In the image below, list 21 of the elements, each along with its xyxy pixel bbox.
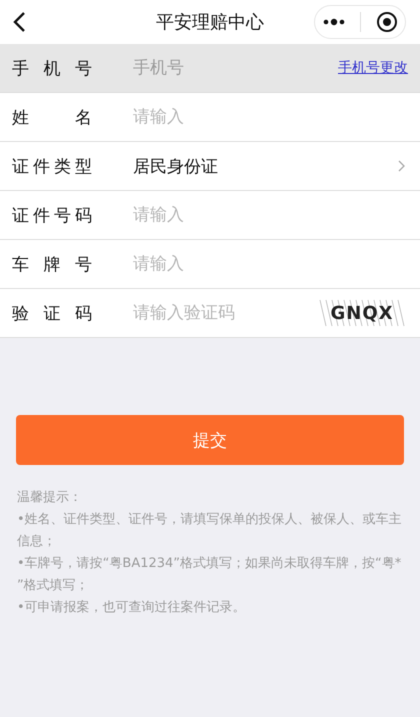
- page-title: 平安理赔中心: [156, 11, 264, 34]
- field-label: 验证码: [12, 302, 92, 324]
- back-icon[interactable]: [12, 11, 26, 33]
- close-icon[interactable]: [376, 11, 398, 33]
- field-label: 车牌号: [12, 254, 92, 276]
- tip-text: 温馨提示：: [17, 489, 83, 507]
- tip-text: •可申请报案，也可查询过往案件记录。: [17, 599, 247, 617]
- field-label: 证件类型: [12, 156, 92, 178]
- input-field[interactable]: 请输入: [133, 107, 408, 127]
- tip-text: •车牌号，请按“粤BA1234”格式填写；如果尚未取得车牌，按“粤* ”格式填写；: [17, 555, 402, 595]
- id-type-select[interactable]: 居民身份证: [133, 154, 398, 178]
- field-label: 证件号码: [12, 204, 92, 226]
- input-field[interactable]: 请输入验证码: [133, 303, 316, 323]
- input-field[interactable]: 请输入: [133, 205, 408, 225]
- field-label: 手机号: [12, 58, 92, 80]
- more-icon[interactable]: [322, 18, 346, 26]
- chevron-icon: [398, 160, 406, 172]
- field-label: 姓名: [12, 106, 92, 128]
- input-field[interactable]: 请输入: [133, 254, 408, 274]
- captcha-image[interactable]: GNQX: [316, 296, 408, 330]
- tip-text: •姓名、证件类型、证件号，请填写保单的投保人、被保人、或车主信息；: [17, 511, 403, 551]
